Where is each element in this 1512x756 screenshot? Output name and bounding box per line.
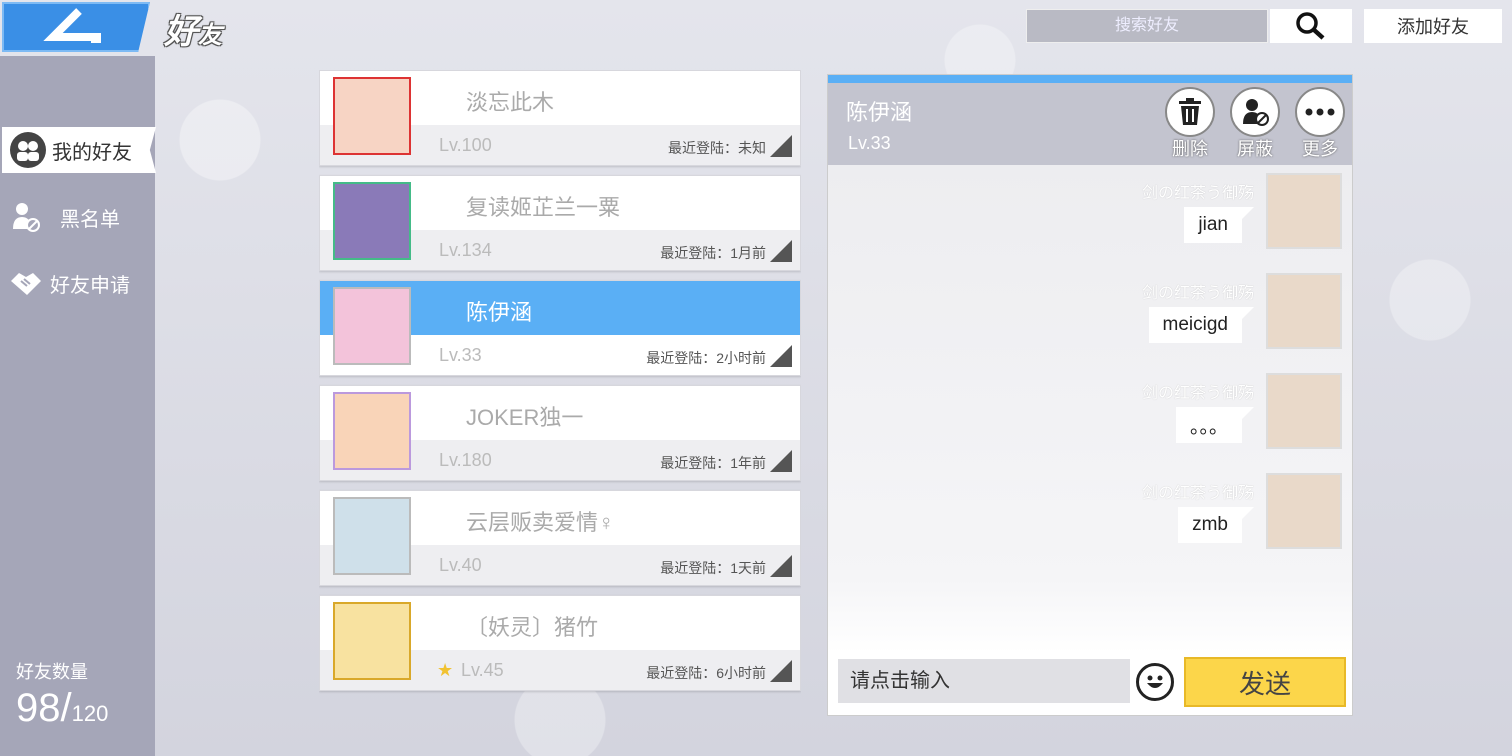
friend-level: Lv.45 <box>461 660 504 680</box>
corner-triangle-icon <box>770 450 792 472</box>
friend-count-label: 好友数量 <box>16 662 88 682</box>
friend-name: JOKER独一 <box>466 405 584 430</box>
message-sender: 剑の红茶う御殇 <box>1141 385 1254 402</box>
send-button[interactable]: 发送 <box>1184 657 1346 707</box>
message-sender: 剑の红茶う御殇 <box>1141 485 1254 502</box>
friend-name: 〔妖灵〕猪竹 <box>466 615 599 640</box>
friend-count: 98/120 <box>16 686 109 730</box>
friend-name: 陈伊涵 <box>466 300 533 325</box>
friend-card[interactable]: 云层贩卖爱情♀ Lv.40 最近登陆：1天前 <box>319 490 801 586</box>
chat-message: 剑の红茶う御殇 。。。 <box>942 373 1342 453</box>
action-label: 删除 <box>1172 139 1208 159</box>
chat-panel: 陈伊涵 Lv.33 删除 屏蔽 更多 剑の红茶う御殇 jian 剑の红茶う御殇 … <box>827 74 1353 716</box>
friend-level: Lv.100 <box>439 135 492 155</box>
search-icon <box>1296 12 1325 40</box>
chat-input-area: 发送 <box>828 651 1352 715</box>
friend-card[interactable]: 淡忘此木 Lv.100 最近登陆：未知 <box>319 70 801 166</box>
message-bubble: jian <box>1184 207 1254 243</box>
friend-avatar <box>333 392 411 470</box>
message-sender: 剑の红茶う御殇 <box>1141 185 1254 202</box>
message-bubble: meicigd <box>1148 307 1255 343</box>
chat-message: 剑の红茶う御殇 jian <box>942 173 1342 253</box>
chat-friend-name: 陈伊涵 <box>846 100 913 125</box>
friend-avatar <box>333 602 411 680</box>
corner-triangle-icon <box>770 660 792 682</box>
more-button[interactable]: 更多 <box>1294 87 1346 161</box>
friend-last-login: 最近登陆：未知 <box>668 140 766 156</box>
sender-avatar <box>1266 373 1342 449</box>
trash-icon <box>1165 87 1215 137</box>
friend-avatar <box>333 497 411 575</box>
friend-level: Lv.33 <box>439 345 482 365</box>
block-icon <box>1230 87 1280 137</box>
sender-avatar <box>1266 173 1342 249</box>
sidebar-item-my-friends[interactable]: 我的好友 <box>2 127 156 173</box>
delete-friend-button[interactable]: 删除 <box>1164 87 1216 161</box>
message-bubble: zmb <box>1178 507 1254 543</box>
search-button[interactable] <box>1270 9 1352 43</box>
smiley-icon <box>1147 675 1163 688</box>
corner-triangle-icon <box>770 555 792 577</box>
back-button[interactable] <box>2 2 150 52</box>
emoji-button[interactable] <box>1136 663 1174 701</box>
friend-last-login: 最近登陆：6小时前 <box>646 665 766 681</box>
friend-avatar <box>333 77 411 155</box>
friend-list[interactable]: 淡忘此木 Lv.100 最近登陆：未知 复读姬芷兰一粟 Lv.134 最近登陆：… <box>319 70 801 704</box>
chat-message: 剑の红茶う御殇 meicigd <box>942 273 1342 353</box>
star-icon: ★ <box>437 660 454 681</box>
sidebar-item-label: 好友申请 <box>50 274 130 297</box>
page-title: 好友 <box>164 12 222 52</box>
friend-last-login: 最近登陆：1天前 <box>660 560 766 576</box>
message-list[interactable]: 剑の红茶う御殇 jian 剑の红茶う御殇 meicigd 剑の红茶う御殇 。。。… <box>828 165 1352 653</box>
chat-friend-level: Lv.33 <box>848 133 891 153</box>
friend-card-selected[interactable]: 陈伊涵 Lv.33 最近登陆：2小时前 <box>319 280 801 376</box>
action-label: 更多 <box>1302 139 1338 159</box>
sidebar-item-requests[interactable]: 好友申请 <box>0 260 155 306</box>
friend-name: 云层贩卖爱情♀ <box>466 510 615 535</box>
friend-last-login: 最近登陆：1月前 <box>660 245 766 261</box>
corner-triangle-icon <box>770 240 792 262</box>
message-sender: 剑の红茶う御殇 <box>1141 285 1254 302</box>
friend-avatar <box>333 182 411 260</box>
friend-last-login: 最近登陆：1年前 <box>660 455 766 471</box>
corner-triangle-icon <box>770 345 792 367</box>
search-input[interactable] <box>1027 10 1267 42</box>
friend-level: Lv.134 <box>439 240 492 260</box>
more-icon <box>1295 87 1345 137</box>
friend-card[interactable]: 〔妖灵〕猪竹 ★ Lv.45 最近登陆：6小时前 <box>319 595 801 691</box>
message-bubble: 。。。 <box>1175 407 1255 443</box>
action-label: 屏蔽 <box>1237 139 1273 159</box>
add-friend-button[interactable]: 添加好友 <box>1364 9 1502 43</box>
friend-name: 复读姬芷兰一粟 <box>466 195 621 220</box>
friend-name: 淡忘此木 <box>466 90 555 115</box>
friend-card[interactable]: JOKER独一 Lv.180 最近登陆：1年前 <box>319 385 801 481</box>
friends-icon <box>8 130 48 170</box>
friend-avatar <box>333 287 411 365</box>
friend-level: Lv.180 <box>439 450 492 470</box>
chat-header: 陈伊涵 Lv.33 删除 屏蔽 更多 <box>828 83 1352 165</box>
sender-avatar <box>1266 473 1342 549</box>
sidebar-item-label: 我的好友 <box>52 141 132 164</box>
chat-input[interactable] <box>838 659 1130 703</box>
friend-level: Lv.40 <box>439 555 482 575</box>
sidebar-item-blacklist[interactable]: 黑名单 <box>0 194 155 240</box>
back-arrow-icon <box>43 8 101 43</box>
sidebar-item-label: 黑名单 <box>60 208 120 231</box>
friend-last-login: 最近登陆：2小时前 <box>646 350 766 366</box>
block-user-icon <box>6 197 46 237</box>
chat-message: 剑の红茶う御殇 zmb <box>942 473 1342 553</box>
search-field[interactable] <box>1026 9 1268 43</box>
block-friend-button[interactable]: 屏蔽 <box>1229 87 1281 161</box>
sender-avatar <box>1266 273 1342 349</box>
handshake-icon <box>6 263 46 303</box>
corner-triangle-icon <box>770 135 792 157</box>
friend-card[interactable]: 复读姬芷兰一粟 Lv.134 最近登陆：1月前 <box>319 175 801 271</box>
